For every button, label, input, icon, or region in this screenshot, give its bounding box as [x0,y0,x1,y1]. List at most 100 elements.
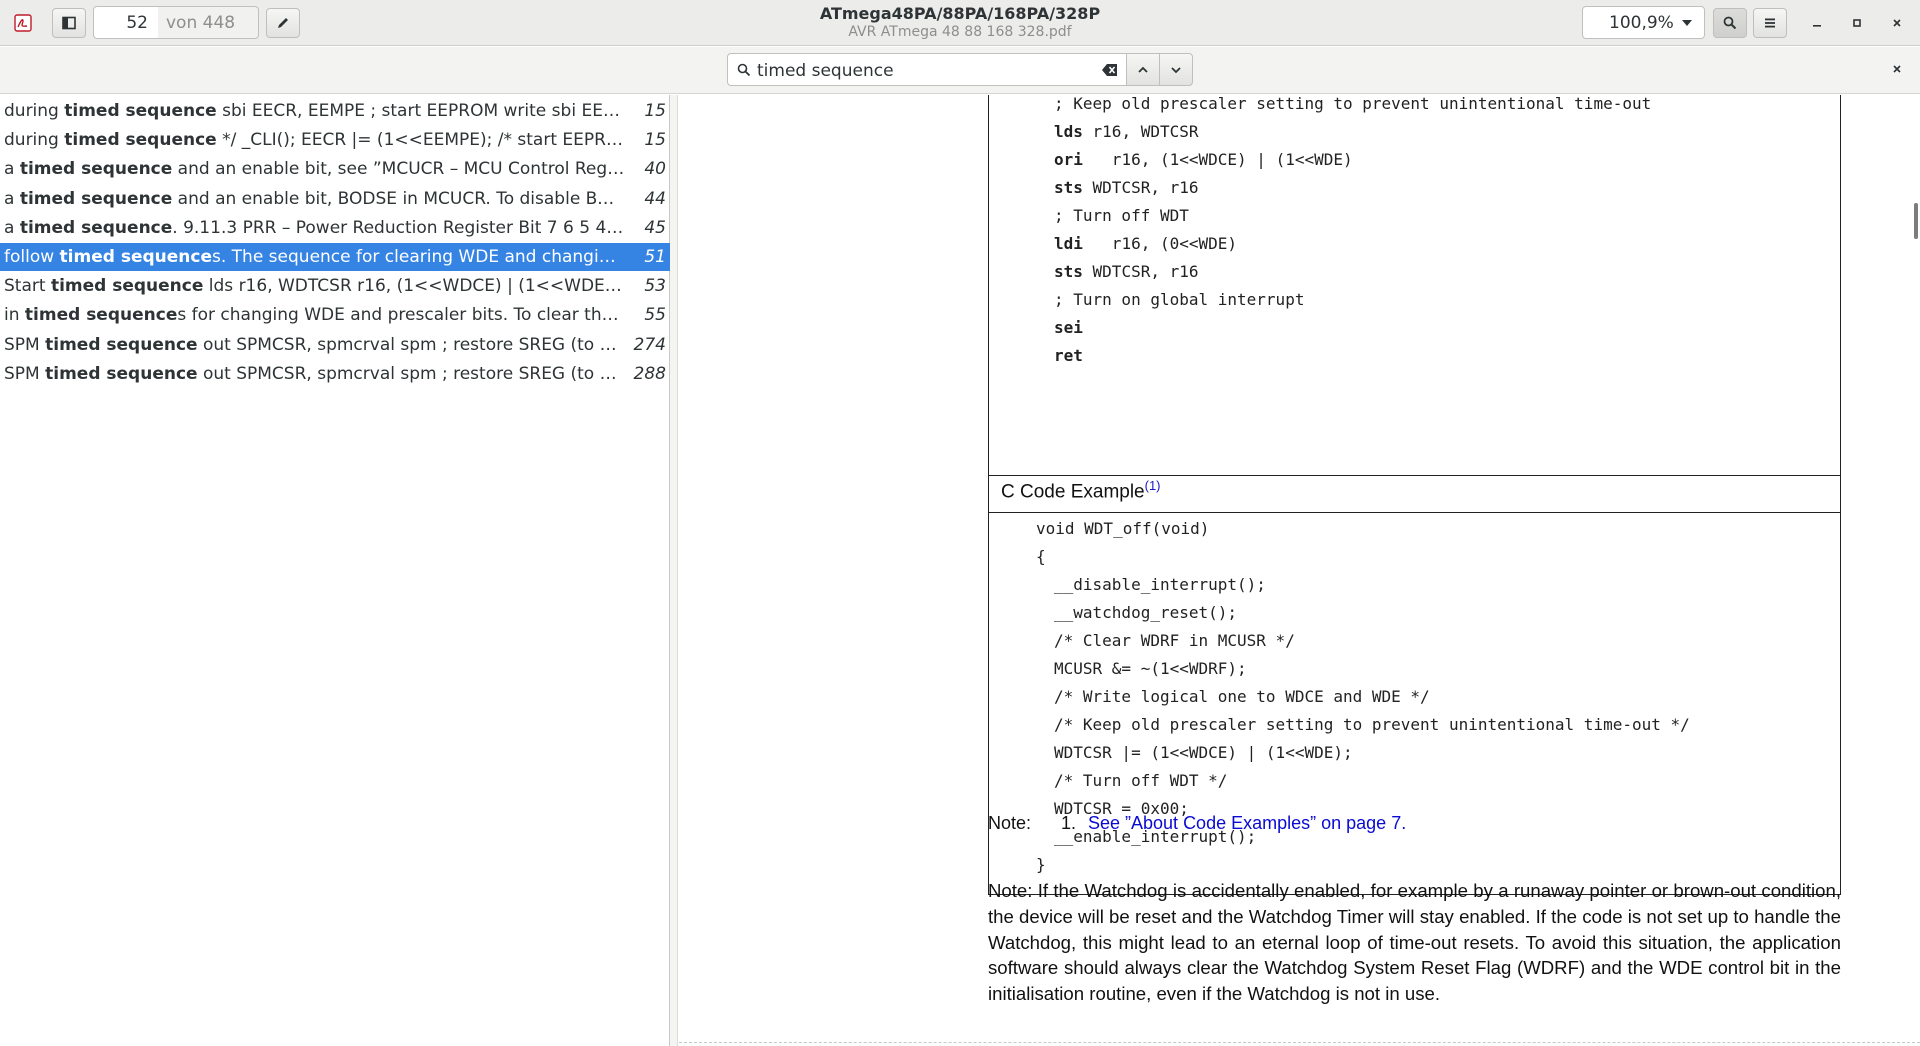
window-title: ATmega48PA/88PA/168PA/328P [819,4,1101,23]
search-toggle-button[interactable] [1713,8,1747,38]
document-scrollbar[interactable] [1910,95,1920,1046]
c-code-line: void WDT_off(void) [1036,519,1210,538]
search-result-item[interactable]: during timed sequence sbi EECR, EEMPE ; … [0,97,670,125]
snippet-match: timed sequence [59,247,212,267]
snippet-suffix: and an enable bit, see ”MCUCR – MCU Cont… [177,159,626,180]
snippet-prefix: during [4,101,65,121]
search-result-snippet: SPM timed sequence out SPMCSR, spmcrval … [4,360,626,388]
search-result-page: 274 [633,334,666,355]
snippet-suffix: out SPMCSR, spmcrval spm ; restore SREG … [202,334,626,355]
watchdog-note-paragraph: Note: If the Watchdog is accidentally en… [988,880,1841,1005]
search-result-item[interactable]: SPM timed sequence out SPMCSR, spmcrval … [0,331,670,359]
chevron-down-icon [1171,66,1181,73]
sidebar-icon [62,16,76,30]
search-result-item[interactable]: SPM timed sequence out SPMCSR, spmcrval … [0,360,670,388]
snippet-match: timed sequence [19,188,173,209]
search-result-snippet: Start timed sequence lds r16, WDTCSR r16… [4,272,626,300]
search-result-item[interactable]: follow timed sequences. The sequence for… [0,243,670,271]
zoom-select[interactable]: 100,9% [1582,6,1705,39]
asm-code-line: ret [1054,346,1083,365]
annotate-button[interactable] [266,8,300,38]
search-result-page: 15 [644,130,666,151]
c-code-line: __watchdog_reset(); [1054,603,1238,622]
search-result-snippet: in timed sequences for changing WDE and … [4,301,626,329]
search-result-page: 53 [644,276,666,297]
snippet-prefix: a [4,217,20,238]
search-result-item[interactable]: during timed sequence */ _CLI(); EECR |=… [0,126,670,154]
document-view[interactable]: C Code Example(1) ; Write logical one to… [679,95,1920,1046]
find-previous-button[interactable] [1126,53,1160,86]
c-code-line: MCUSR &= ~(1<<WDRF); [1054,659,1247,678]
search-result-page: 45 [644,217,666,238]
footnote-ref[interactable]: (1) [1145,478,1161,493]
snippet-match: timed sequence [64,130,217,151]
sidebar-resize-handle[interactable] [670,95,678,1046]
snippet-suffix: out SPMCSR, spmcrval spm ; restore SREG … [202,363,626,384]
find-entry[interactable]: timed sequence [727,53,1127,86]
minimize-button[interactable] [1806,12,1828,34]
code-example-table: C Code Example(1) ; Write logical one to… [988,95,1841,895]
clear-search-icon[interactable] [1102,63,1118,77]
chevron-up-icon [1138,66,1148,73]
search-result-item[interactable]: a timed sequence and an enable bit, BODS… [0,185,670,213]
search-result-item[interactable]: a timed sequence. 9.11.3 PRR – Power Red… [0,214,670,242]
close-icon [1893,65,1901,73]
find-next-button[interactable] [1159,53,1193,86]
snippet-prefix: SPM [4,363,46,384]
close-find-bar-button[interactable] [1886,58,1908,80]
c-code-line: } [1036,855,1046,874]
search-result-snippet: a timed sequence. 9.11.3 PRR – Power Red… [4,214,626,242]
find-bar: timed sequence [0,47,1920,94]
search-result-snippet: follow timed sequences. The sequence for… [4,243,626,271]
search-input[interactable]: timed sequence [757,61,894,81]
snippet-prefix: during [4,130,65,151]
search-result-page: 288 [633,363,666,384]
search-result-snippet: SPM timed sequence out SPMCSR, spmcrval … [4,331,626,359]
maximize-button[interactable] [1846,12,1868,34]
c-code-line: WDTCSR |= (1<<WDCE) | (1<<WDE); [1054,743,1353,762]
note-label: Note: [988,813,1032,833]
window-subtitle: AVR ATmega 48 88 168 328.pdf [848,24,1072,40]
search-icon [737,63,751,77]
snippet-suffix: */ _CLI(); EECR |= (1<<EEMPE); /* start … [222,130,626,151]
snippet-suffix: and an enable bit, BODSE in MCUCR. To di… [177,188,626,209]
snippet-prefix: a [4,159,20,180]
note-number: 1. [1061,813,1077,833]
snippet-match: timed sequence [45,334,198,355]
snippet-match: timed sequence [50,276,204,297]
snippet-suffix: s for changing WDE and prescaler bits. T… [177,305,626,326]
document-viewer-app-icon [14,14,32,32]
scrollbar-thumb[interactable] [1914,203,1918,239]
snippet-suffix: . 9.11.3 PRR – Power Reduction Register … [172,217,626,238]
c-code-line: { [1036,547,1046,566]
search-result-page: 55 [644,305,666,326]
snippet-prefix: in [4,305,25,326]
search-result-item[interactable]: Start timed sequence lds r16, WDTCSR r16… [0,272,670,300]
table-separator [989,512,1840,513]
snippet-suffix: s. The sequence for clearing WDE and cha… [212,247,626,267]
c-code-example-title: C Code Example [1001,481,1145,503]
c-code-line: /* Turn off WDT */ [1054,771,1228,790]
asm-code-line: ; Turn on global interrupt [1054,290,1305,309]
asm-code-line: sts WDTCSR, r16 [1054,178,1199,197]
chevron-down-icon [1682,20,1692,26]
snippet-match: timed sequence [19,159,173,180]
search-result-item[interactable]: in timed sequences for changing WDE and … [0,301,670,329]
search-result-snippet: a timed sequence and an enable bit, see … [4,155,626,183]
page-number-input[interactable]: 52 [93,6,159,39]
table-separator [989,475,1840,476]
search-result-snippet: during timed sequence */ _CLI(); EECR |=… [4,126,626,154]
footnote: Note: 1. See ”About Code Examples” on pa… [988,813,1406,834]
close-window-button[interactable] [1886,12,1908,34]
snippet-match: timed sequence [45,363,198,384]
page-boundary [679,1042,1920,1043]
asm-code-line: sts WDTCSR, r16 [1054,262,1199,281]
search-result-snippet: a timed sequence and an enable bit, BODS… [4,185,626,213]
snippet-prefix: follow [4,247,60,267]
snippet-match: timed sequence [24,305,178,326]
about-code-examples-link[interactable]: See ”About Code Examples” on page 7. [1088,813,1406,834]
search-result-item[interactable]: a timed sequence and an enable bit, see … [0,155,670,183]
snippet-prefix: SPM [4,334,46,355]
main-menu-button[interactable] [1753,8,1787,38]
sidebar-toggle-button[interactable] [52,8,86,38]
